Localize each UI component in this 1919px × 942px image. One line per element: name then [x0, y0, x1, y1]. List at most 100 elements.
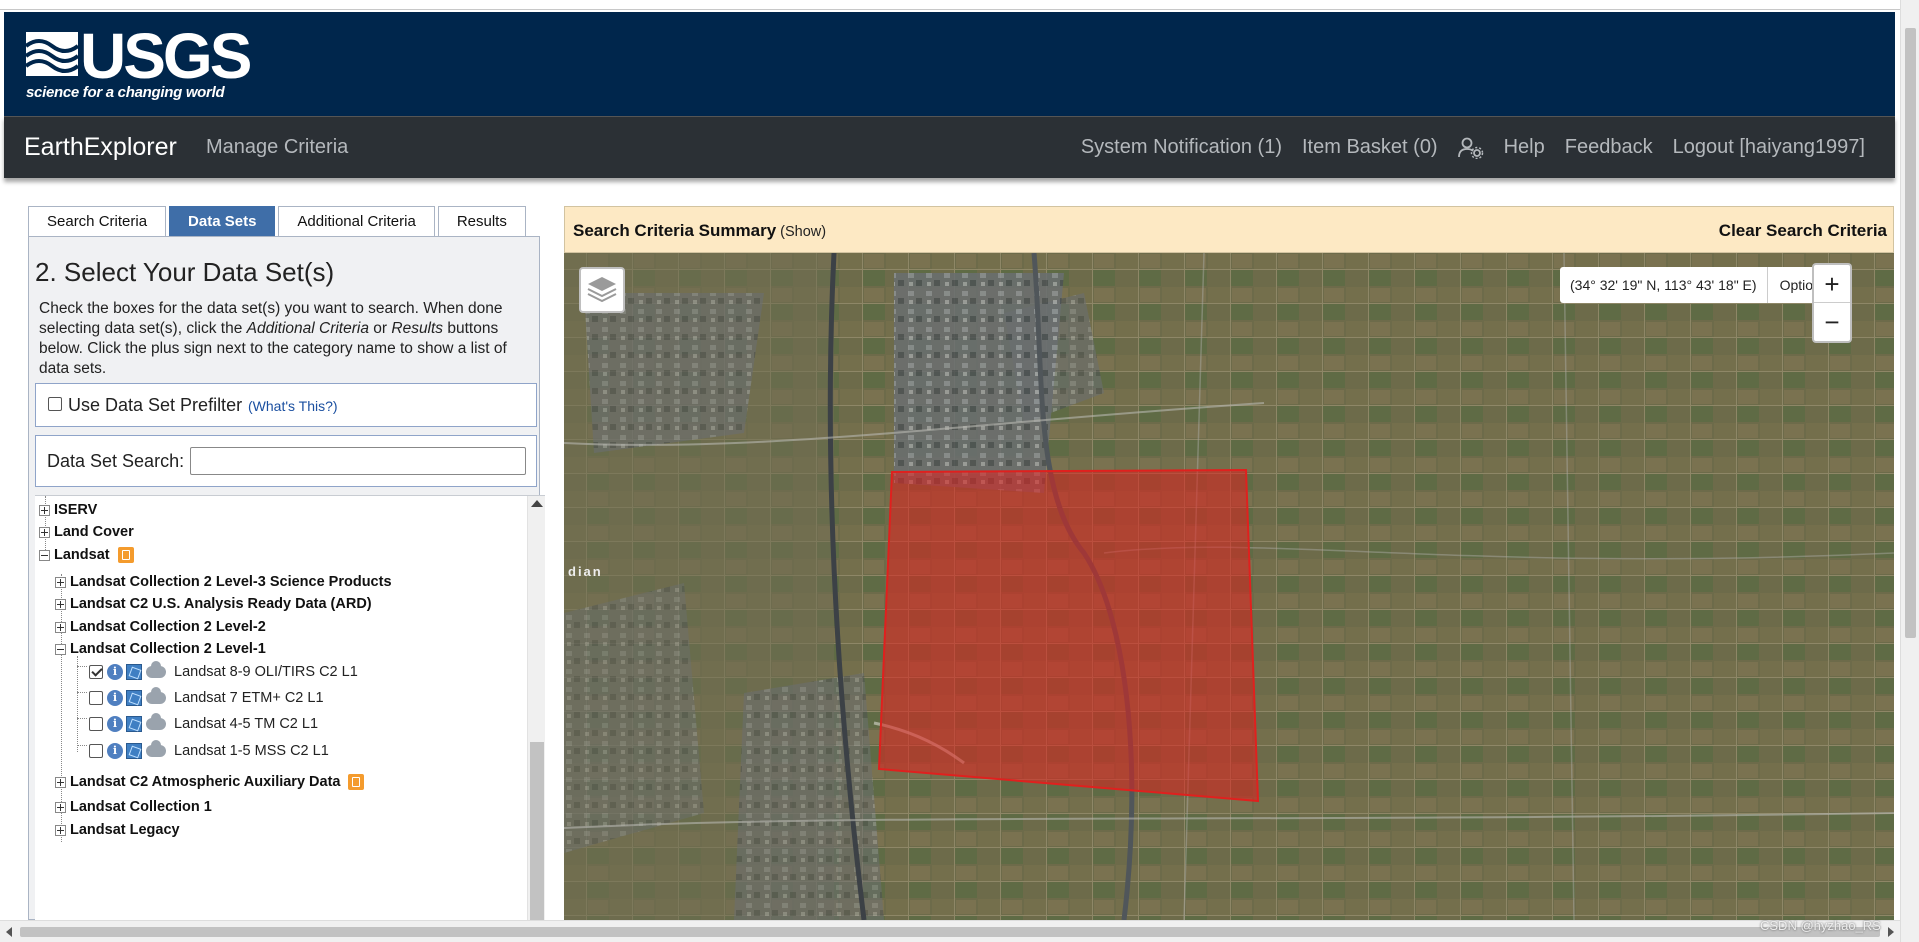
cloud-icon — [146, 661, 166, 678]
page-vertical-scrollbar[interactable] — [1900, 0, 1919, 942]
dataset-checkbox[interactable] — [89, 744, 103, 758]
tree-node-l2-level3[interactable]: Landsat Collection 2 Level-3 Science Pro… — [55, 571, 392, 593]
browser-top-strip — [0, 0, 1900, 10]
dataset-search-label: Data Set Search: — [47, 451, 185, 471]
page-vertical-scroll-thumb[interactable] — [1905, 28, 1916, 638]
nav-right-links: System Notification (1) Item Basket (0) … — [1081, 136, 1865, 159]
usgs-logo[interactable]: USGS science for a changing world — [26, 24, 252, 104]
tree-node-c2-ard[interactable]: Landsat C2 U.S. Analysis Ready Data (ARD… — [55, 593, 372, 615]
logout-link[interactable]: Logout [haiyang1997] — [1673, 136, 1865, 159]
panel-heading: 2. Select Your Data Set(s) — [35, 257, 335, 287]
tree-node-atmos-aux[interactable]: Landsat C2 Atmospheric Auxiliary Data — [55, 771, 365, 793]
cloud-icon — [146, 687, 166, 704]
expand-icon[interactable] — [55, 621, 66, 633]
layers-button[interactable] — [579, 267, 625, 313]
item-basket-link[interactable]: Item Basket (0) — [1302, 136, 1438, 159]
dataset-checkbox[interactable] — [89, 691, 103, 705]
user-gear-icon[interactable] — [1457, 137, 1484, 159]
info-icon[interactable]: i — [107, 664, 123, 680]
tree-scrollbar[interactable] — [527, 496, 545, 921]
tree-node-c2-level1[interactable]: Landsat Collection 2 Level-1 — [55, 638, 266, 660]
scroll-left-arrow-icon[interactable] — [6, 927, 12, 937]
dataset-row[interactable]: i Landsat 1-5 MSS C2 L1 — [89, 740, 329, 762]
area-of-interest-polygon[interactable] — [877, 468, 1260, 803]
search-criteria-summary-bar: Search Criteria Summary (Show) Clear Sear… — [564, 206, 1894, 253]
tree-node-legacy[interactable]: Landsat Legacy — [55, 819, 180, 841]
tree-node-land-cover[interactable]: Land Cover — [39, 521, 134, 543]
cursor-coordinates: (34° 32' 19" N, 113° 43' 18" E) — [1560, 267, 1768, 303]
collapse-icon[interactable] — [55, 643, 66, 655]
dataset-checkbox[interactable] — [89, 717, 103, 731]
expand-icon[interactable] — [55, 576, 66, 588]
map-view[interactable]: dian (34° 32' 19" N, 113° 43' 18" E) Opt… — [564, 253, 1894, 920]
summary-show-link[interactable]: (Show) — [780, 224, 826, 240]
zoom-out-button[interactable]: − — [1814, 303, 1850, 341]
expand-icon[interactable] — [55, 598, 66, 610]
landsat-info-badge-icon[interactable] — [117, 547, 134, 563]
footprint-icon[interactable] — [126, 664, 142, 680]
tree-node-iserv[interactable]: ISERV — [39, 499, 97, 521]
coordinate-readout: (34° 32' 19" N, 113° 43' 18" E) Options — [1560, 267, 1840, 303]
tree-guide — [77, 666, 87, 667]
footprint-icon[interactable] — [126, 690, 142, 706]
panel-instructions: Check the boxes for the data set(s) you … — [39, 300, 507, 377]
info-icon[interactable]: i — [107, 716, 123, 732]
logo-wordmark: USGS — [80, 20, 252, 92]
collapse-icon[interactable] — [39, 549, 50, 561]
tree-guide — [77, 692, 87, 693]
footprint-icon[interactable] — [126, 743, 142, 759]
satellite-imagery — [564, 253, 1894, 920]
prefilter-box: Use Data Set Prefilter (What's This?) — [35, 383, 537, 427]
dataset-tree: ISERV Land Cover Landsat Landsat Collect… — [35, 495, 545, 921]
tab-additional-criteria[interactable]: Additional Criteria — [278, 206, 435, 236]
zoom-in-button[interactable]: + — [1814, 265, 1850, 303]
help-link[interactable]: Help — [1504, 136, 1545, 159]
tree-guide — [77, 718, 87, 719]
clear-search-criteria-link[interactable]: Clear Search Criteria — [1719, 221, 1887, 241]
usgs-banner: USGS science for a changing world — [4, 12, 1895, 116]
watermark: CSDN @hyzhao_RS — [1760, 918, 1881, 933]
tree-scroll-thumb[interactable] — [530, 742, 544, 921]
tree-guide — [77, 656, 78, 752]
zoom-control: + − — [1812, 263, 1852, 343]
dataset-search-input[interactable] — [190, 447, 526, 475]
whats-this-link[interactable]: (What's This?) — [248, 398, 338, 414]
tree-node-collection1[interactable]: Landsat Collection 1 — [55, 796, 212, 818]
dataset-row[interactable]: i Landsat 4-5 TM C2 L1 — [89, 713, 318, 735]
summary-title: Search Criteria Summary (Show) — [573, 221, 827, 240]
main-navbar: EarthExplorer Manage Criteria System Not… — [4, 116, 1895, 178]
tree-node-landsat[interactable]: Landsat — [39, 544, 134, 566]
info-badge-icon[interactable] — [348, 774, 365, 790]
info-icon[interactable]: i — [107, 690, 123, 706]
dataset-row[interactable]: i Landsat 7 ETM+ C2 L1 — [89, 687, 324, 709]
expand-icon[interactable] — [39, 526, 50, 538]
footprint-icon[interactable] — [126, 716, 142, 732]
criteria-panel: Search Criteria Data Sets Additional Cri… — [28, 206, 545, 921]
scroll-up-arrow-icon[interactable] — [531, 500, 543, 507]
prefilter-checkbox[interactable] — [48, 397, 62, 411]
prefilter-label[interactable]: Use Data Set Prefilter — [68, 395, 242, 416]
app-title[interactable]: EarthExplorer — [24, 133, 177, 162]
page-horizontal-scroll-thumb[interactable] — [20, 927, 1880, 937]
feedback-link[interactable]: Feedback — [1565, 136, 1653, 159]
expand-icon[interactable] — [55, 801, 66, 813]
tab-search-criteria[interactable]: Search Criteria — [28, 206, 167, 236]
dataset-checkbox[interactable] — [89, 665, 103, 679]
info-icon[interactable]: i — [107, 743, 123, 759]
usgs-wave-icon — [26, 32, 78, 76]
expand-icon[interactable] — [55, 776, 66, 788]
scroll-right-arrow-icon[interactable] — [1888, 927, 1894, 937]
tab-results[interactable]: Results — [437, 206, 526, 236]
cloud-icon — [146, 740, 166, 757]
tab-data-sets[interactable]: Data Sets — [169, 206, 276, 236]
layers-icon — [587, 277, 617, 303]
expand-icon[interactable] — [55, 824, 66, 836]
system-notification-link[interactable]: System Notification (1) — [1081, 136, 1282, 159]
dataset-row[interactable]: i Landsat 8-9 OLI/TIRS C2 L1 — [89, 661, 358, 683]
cloud-icon — [146, 713, 166, 730]
criteria-tabs: Search Criteria Data Sets Additional Cri… — [28, 206, 526, 236]
page-horizontal-scrollbar[interactable] — [0, 920, 1900, 942]
tree-node-c2-level2[interactable]: Landsat Collection 2 Level-2 — [55, 616, 266, 638]
expand-icon[interactable] — [39, 504, 50, 516]
manage-criteria-link[interactable]: Manage Criteria — [206, 136, 348, 159]
